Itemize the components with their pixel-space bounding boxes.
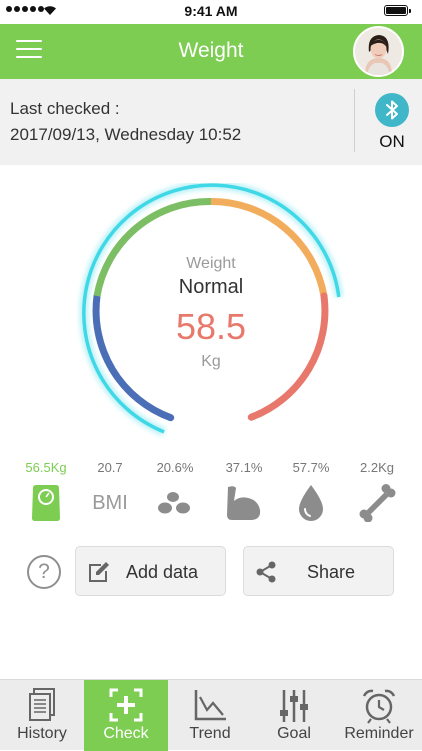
- trend-chart-icon: [168, 688, 252, 724]
- edit-icon: [89, 562, 109, 582]
- battery-icon: [384, 5, 411, 16]
- tab-goal-label: Goal: [277, 725, 311, 742]
- metric-muscle-value: 37.1%: [225, 460, 263, 475]
- history-icon: [0, 688, 84, 724]
- metric-weight[interactable]: 56.5Kg: [13, 459, 79, 523]
- check-scan-icon: [84, 688, 168, 724]
- metric-body-fat-value: 20.6%: [156, 460, 194, 475]
- metric-weight-value: 56.5Kg: [25, 460, 67, 475]
- tab-check[interactable]: Check: [84, 680, 168, 751]
- bluetooth-status: ON: [379, 132, 405, 151]
- add-data-button[interactable]: Add data: [75, 546, 226, 596]
- metric-bmi[interactable]: 20.7 BMI: [77, 459, 143, 523]
- scale-icon: [13, 483, 79, 523]
- weight-status: Normal: [178, 276, 244, 298]
- tab-trend[interactable]: Trend: [168, 680, 252, 751]
- share-label: Share: [307, 562, 356, 582]
- bluetooth-icon[interactable]: [375, 93, 409, 127]
- bottom-tab-bar: History Check Trend Goal Reminder: [0, 679, 422, 751]
- bmi-label: BMI: [92, 491, 128, 514]
- fat-cells-icon: [142, 483, 208, 523]
- share-button[interactable]: Share: [243, 546, 394, 596]
- muscle-arm-icon: [211, 483, 277, 523]
- metric-water-value: 57.7%: [292, 460, 330, 475]
- last-checked-label: Last checked :: [10, 99, 120, 118]
- gauge-caption: Weight: [186, 255, 236, 272]
- metric-body-fat[interactable]: 20.6%: [142, 459, 208, 523]
- last-checked-panel: Last checked : 2017/09/13, Wednesday 10:…: [0, 79, 422, 165]
- metric-bmi-value: 20.7: [97, 460, 123, 475]
- avatar[interactable]: [353, 26, 404, 77]
- add-data-label: Add data: [126, 562, 199, 582]
- status-bar: 9:41 AM: [0, 0, 422, 24]
- divider: [354, 89, 355, 152]
- sliders-icon: [252, 688, 336, 724]
- profile-photo: [355, 28, 402, 75]
- tab-goal[interactable]: Goal: [252, 680, 336, 751]
- water-drop-icon: [278, 483, 344, 523]
- tab-reminder[interactable]: Reminder: [336, 680, 422, 751]
- tab-history[interactable]: History: [0, 680, 84, 751]
- bone-icon: [344, 483, 410, 523]
- alarm-clock-icon: [336, 688, 422, 724]
- weight-unit: Kg: [201, 353, 221, 370]
- metric-muscle[interactable]: 37.1%: [211, 459, 277, 523]
- tab-trend-label: Trend: [189, 725, 231, 742]
- tab-reminder-label: Reminder: [344, 725, 414, 742]
- last-checked-date: 2017/09/13, Wednesday 10:52: [10, 125, 242, 144]
- metric-bone[interactable]: 2.2Kg: [344, 459, 410, 523]
- status-time: 9:41 AM: [184, 3, 238, 19]
- metric-bone-value: 2.2Kg: [360, 460, 394, 475]
- tab-check-label: Check: [103, 725, 149, 742]
- tab-history-label: History: [17, 725, 67, 742]
- share-icon: [256, 561, 276, 583]
- metric-water[interactable]: 57.7%: [278, 459, 344, 523]
- app-header: Weight: [0, 24, 422, 79]
- weight-value: 58.5: [175, 306, 247, 347]
- help-button[interactable]: ?: [27, 555, 61, 589]
